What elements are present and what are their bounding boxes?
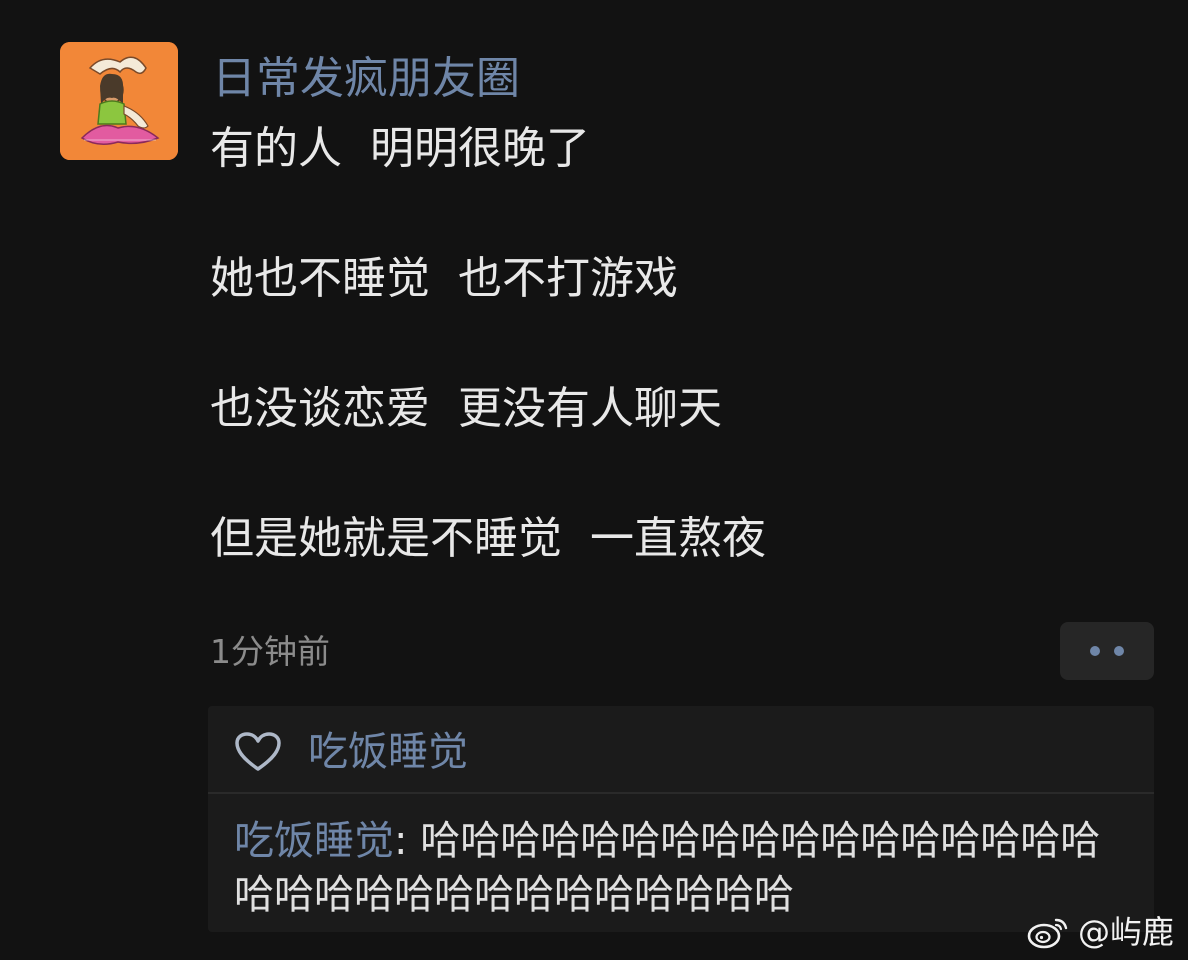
likes-row: 吃饭睡觉 — [234, 724, 468, 780]
comment-separator: : — [394, 818, 421, 864]
more-options-button[interactable] — [1060, 622, 1154, 680]
post-text-line: 她也不睡觉 也不打游戏 — [210, 253, 678, 304]
watermark-text: @屿鹿 — [1077, 913, 1174, 951]
post-text-line: 也没谈恋爱 更没有人聊天 — [210, 383, 722, 434]
watermark: @屿鹿 — [1026, 910, 1174, 954]
post-timestamp: 1分钟前 — [210, 632, 330, 671]
post-text-line: 但是她就是不睡觉 一直熬夜 — [210, 513, 766, 564]
likes-comments-panel: 吃饭睡觉 吃饭睡觉: 哈哈哈哈哈哈哈哈哈哈哈哈哈哈哈哈哈哈哈哈哈哈哈哈哈哈哈哈哈… — [208, 706, 1154, 932]
comment-item[interactable]: 吃饭睡觉: 哈哈哈哈哈哈哈哈哈哈哈哈哈哈哈哈哈哈哈哈哈哈哈哈哈哈哈哈哈哈哈 — [234, 814, 1124, 922]
liker-name[interactable]: 吃饭睡觉 — [308, 724, 468, 780]
author-name[interactable]: 日常发疯朋友圈 — [212, 50, 520, 108]
more-dots-icon — [1090, 646, 1100, 656]
avatar[interactable] — [60, 42, 178, 160]
commenter-name[interactable]: 吃饭睡觉 — [234, 818, 394, 864]
panel-divider — [208, 792, 1154, 794]
post-text-line: 有的人 明明很晚了 — [210, 123, 590, 174]
heart-icon — [235, 732, 281, 771]
weibo-icon — [1027, 918, 1068, 949]
more-dots-icon — [1114, 646, 1124, 656]
yoga-woman-avatar-icon — [60, 42, 178, 160]
